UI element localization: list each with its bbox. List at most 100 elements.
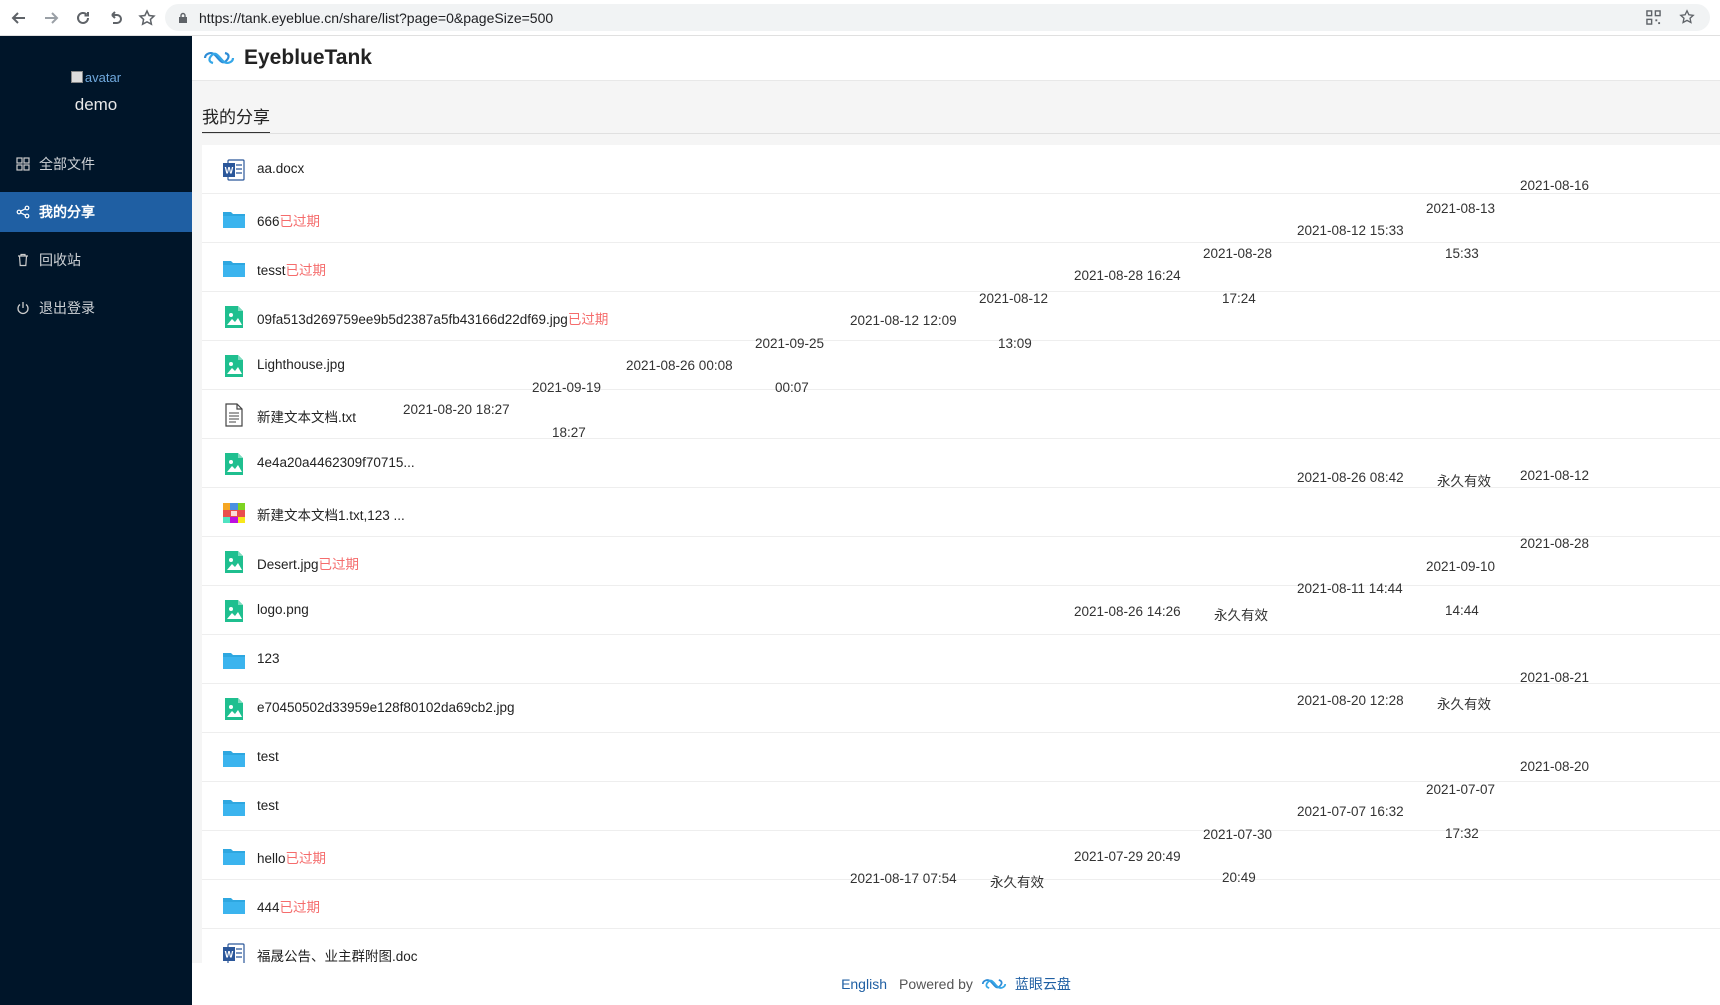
table-row[interactable]: hello已过期 bbox=[202, 831, 1720, 880]
folder-icon bbox=[222, 207, 246, 231]
share-date-cell: 2021-07-07 16:32 bbox=[1297, 804, 1404, 819]
table-row[interactable]: tesst已过期 bbox=[202, 243, 1720, 292]
file-name[interactable]: hello已过期 bbox=[257, 847, 326, 867]
share-date-cell: 永久有效 bbox=[1214, 608, 1268, 623]
file-name[interactable]: 新建文本文档1.txt,123 ... bbox=[257, 504, 405, 524]
file-name[interactable]: 444已过期 bbox=[257, 896, 320, 916]
qr-code-icon[interactable] bbox=[1644, 8, 1662, 26]
eyeblue-logo-icon[interactable] bbox=[202, 48, 236, 68]
share-date-cell: 2021-08-26 00:08 bbox=[626, 358, 733, 373]
sidebar-item-recycle-bin[interactable]: 回收站 bbox=[0, 240, 192, 280]
share-date-cell: 2021-08-28 bbox=[1203, 246, 1273, 261]
browser-toolbar: https://tank.eyeblue.cn/share/list?page=… bbox=[0, 0, 1720, 36]
share-date-cell: 2021-07-07 bbox=[1426, 782, 1496, 797]
share-date-cell: 2021-08-21 bbox=[1520, 670, 1590, 685]
share-date-cell: 2021-08-26 14:26 bbox=[1074, 604, 1181, 619]
star-icon[interactable] bbox=[1678, 8, 1696, 26]
table-row[interactable]: 09fa513d269759ee9b5d2387a5fb43166d22df69… bbox=[202, 292, 1720, 341]
share-date-cell: 2021-08-20 12:28 bbox=[1297, 693, 1404, 708]
sidebar-item-all-files[interactable]: 全部文件 bbox=[0, 144, 192, 184]
power-icon bbox=[16, 301, 30, 315]
brand-link[interactable]: 蓝眼云盘 bbox=[1015, 974, 1071, 994]
file-name-text: test bbox=[257, 749, 279, 764]
file-name[interactable]: 4e4a20a4462309f70715... bbox=[257, 455, 415, 470]
expired-badge: 已过期 bbox=[567, 312, 609, 327]
share-date-cell: 2021-08-26 08:42 bbox=[1297, 470, 1404, 485]
file-name-text: e70450502d33959e128f80102da69cb2.jpg bbox=[257, 700, 515, 715]
table-row[interactable]: e70450502d33959e128f80102da69cb2.jpg bbox=[202, 684, 1720, 733]
share-date-cell: 2021-08-12 bbox=[979, 291, 1049, 306]
sidebar-item-label: 全部文件 bbox=[39, 156, 95, 172]
expired-badge: 已过期 bbox=[279, 214, 321, 229]
address-bar[interactable]: https://tank.eyeblue.cn/share/list?page=… bbox=[165, 4, 1710, 31]
file-name-text: aa.docx bbox=[257, 161, 305, 176]
table-row[interactable]: W 福晟公告、业主群附图.doc bbox=[202, 929, 1720, 963]
table-row[interactable]: 123 bbox=[202, 635, 1720, 684]
sidebar: avatar demo 全部文件 我的分享 回收站 退出登录 bbox=[0, 36, 192, 1005]
file-name[interactable]: Desert.jpg已过期 bbox=[257, 553, 359, 573]
folder-icon bbox=[222, 795, 246, 819]
table-row[interactable]: logo.png bbox=[202, 586, 1720, 635]
user-profile: avatar demo bbox=[0, 36, 192, 136]
file-name[interactable]: 新建文本文档.txt bbox=[257, 406, 356, 426]
table-row[interactable]: 4e4a20a4462309f70715... bbox=[202, 439, 1720, 488]
file-name[interactable]: 09fa513d269759ee9b5d2387a5fb43166d22df69… bbox=[257, 308, 608, 328]
folder-icon bbox=[222, 893, 246, 917]
expired-badge: 已过期 bbox=[285, 851, 327, 866]
sidebar-item-my-shares[interactable]: 我的分享 bbox=[0, 192, 192, 232]
folder-icon bbox=[222, 648, 246, 672]
sidebar-item-label: 退出登录 bbox=[39, 300, 95, 316]
brand-name[interactable]: EyeblueTank bbox=[244, 46, 372, 70]
sidebar-item-logout[interactable]: 退出登录 bbox=[0, 288, 192, 328]
back-icon[interactable] bbox=[6, 5, 32, 31]
file-name[interactable]: e70450502d33959e128f80102da69cb2.jpg bbox=[257, 700, 515, 715]
share-date-cell: 2021-08-20 18:27 bbox=[403, 402, 510, 417]
share-date-cell: 永久有效 bbox=[1437, 474, 1491, 489]
file-name[interactable]: Lighthouse.jpg bbox=[257, 357, 345, 372]
share-date-cell: 2021-08-28 bbox=[1520, 536, 1590, 551]
file-name[interactable]: 福晟公告、业主群附图.doc bbox=[257, 945, 418, 963]
table-row[interactable]: 新建文本文档1.txt,123 ... bbox=[202, 488, 1720, 537]
share-date-cell: 永久有效 bbox=[990, 875, 1044, 890]
sidebar-menu: 全部文件 我的分享 回收站 退出登录 bbox=[0, 144, 192, 328]
table-row[interactable]: Lighthouse.jpg bbox=[202, 341, 1720, 390]
file-name[interactable]: tesst已过期 bbox=[257, 259, 326, 279]
table-row[interactable]: 444已过期 bbox=[202, 880, 1720, 929]
text-file-icon bbox=[222, 403, 246, 427]
url-text[interactable]: https://tank.eyeblue.cn/share/list?page=… bbox=[199, 10, 553, 26]
trash-icon bbox=[16, 253, 30, 267]
share-date-cell: 2021-07-30 bbox=[1203, 827, 1273, 842]
share-date-cell: 2021-08-12 15:33 bbox=[1297, 223, 1404, 238]
broken-image-icon bbox=[70, 71, 83, 83]
share-date-cell: 2021-08-12 bbox=[1520, 468, 1590, 483]
undo-icon[interactable] bbox=[102, 5, 128, 31]
image-file-icon bbox=[222, 354, 246, 378]
folder-icon bbox=[222, 746, 246, 770]
sidebar-item-label: 回收站 bbox=[39, 252, 81, 268]
word-doc-icon: W bbox=[222, 942, 246, 963]
table-row[interactable]: test bbox=[202, 733, 1720, 782]
svg-text:W: W bbox=[225, 950, 234, 960]
reload-icon[interactable] bbox=[70, 5, 96, 31]
avatar[interactable]: avatar bbox=[70, 70, 121, 85]
expired-badge: 已过期 bbox=[285, 263, 327, 278]
bookmark-star-icon[interactable] bbox=[134, 5, 160, 31]
table-row[interactable]: Waa.docx bbox=[202, 145, 1720, 194]
file-name[interactable]: 123 bbox=[257, 651, 280, 666]
file-name[interactable]: test bbox=[257, 798, 279, 813]
file-name[interactable]: test bbox=[257, 749, 279, 764]
folder-icon bbox=[222, 844, 246, 868]
forward-icon[interactable] bbox=[38, 5, 64, 31]
file-name-text: 444 bbox=[257, 900, 280, 915]
file-name[interactable]: logo.png bbox=[257, 602, 309, 617]
file-name[interactable]: 666已过期 bbox=[257, 210, 320, 230]
grid-icon bbox=[16, 157, 30, 171]
file-name-text: tesst bbox=[257, 263, 286, 278]
share-icon bbox=[16, 205, 30, 219]
share-date-cell: 18:27 bbox=[552, 425, 586, 440]
language-switch[interactable]: English bbox=[841, 976, 887, 992]
share-date-cell: 2021-07-29 20:49 bbox=[1074, 849, 1181, 864]
file-name[interactable]: aa.docx bbox=[257, 161, 304, 176]
username: demo bbox=[74, 94, 118, 114]
folder-icon bbox=[222, 256, 246, 280]
